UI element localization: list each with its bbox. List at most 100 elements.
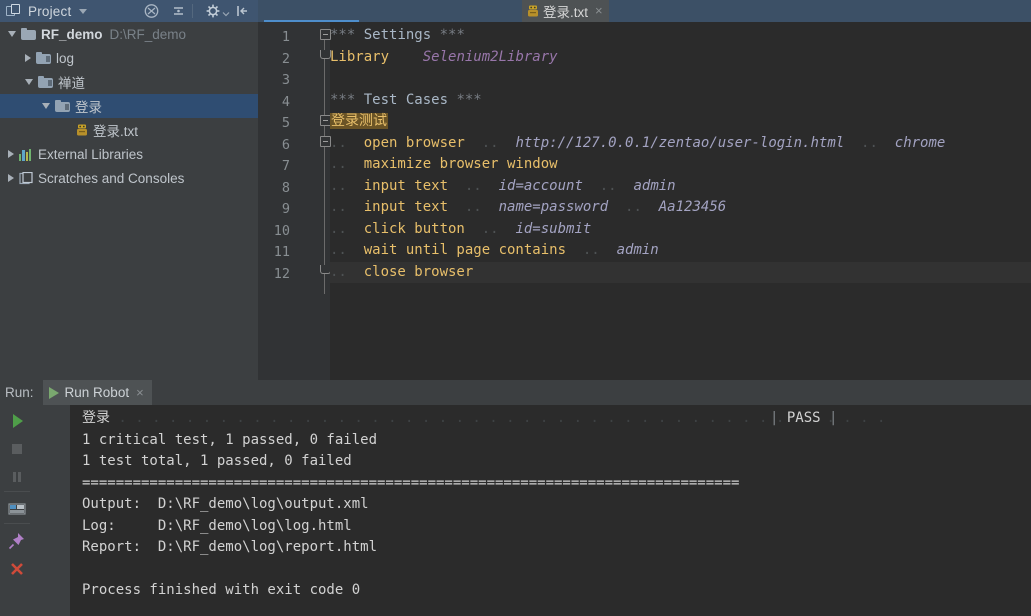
code-token: *** <box>330 27 356 43</box>
editor-text-area[interactable]: *** Settings *** Library Selenium2Library… <box>330 22 1031 380</box>
play-icon <box>48 386 59 399</box>
pass-label: PASS <box>786 410 821 426</box>
pin-tab-icon[interactable] <box>5 529 29 553</box>
code-token: .. <box>464 220 516 237</box>
editor-tab-strip: 登录.txt × <box>258 0 1031 22</box>
tree-label: log <box>56 50 75 66</box>
close-icon[interactable] <box>5 557 29 581</box>
close-icon[interactable]: × <box>136 386 144 399</box>
code-folding-bar[interactable] <box>320 22 331 380</box>
folder-icon <box>38 76 53 88</box>
code-line[interactable]: 登录测试 <box>330 111 1031 133</box>
line-number: 10 <box>273 222 290 239</box>
pause-icon[interactable] <box>5 465 29 489</box>
project-tree[interactable]: RF_demo D:\RF_demo log 禅道 登录 登录.txt Exte… <box>0 22 258 380</box>
code-token: Settings <box>355 27 440 43</box>
code-line[interactable]: *** Test Cases *** <box>330 90 1031 112</box>
hide-panel-icon[interactable] <box>234 3 251 19</box>
code-token: id=account <box>498 177 583 194</box>
code-token: .. <box>330 220 347 237</box>
chevron-right-icon[interactable] <box>25 54 31 62</box>
console-line: Log: D:\RF_demo\log\log.html <box>82 516 352 538</box>
console-text: Process finished with exit code 0 <box>82 582 361 598</box>
code-line[interactable]: .. maximize browser window <box>330 154 1031 176</box>
code-line[interactable]: Library Selenium2Library <box>330 47 1031 69</box>
code-line[interactable]: .. close browser <box>330 261 1031 283</box>
collapse-all-icon[interactable] <box>143 3 160 19</box>
code-token: .. <box>330 242 347 258</box>
chevron-right-icon[interactable] <box>8 150 14 158</box>
tree-row-denglu-folder[interactable]: 登录 <box>0 94 258 118</box>
tree-label: 登录 <box>75 100 102 115</box>
code-token: .. <box>566 242 617 258</box>
code-token: .. <box>844 134 895 151</box>
code-line[interactable]: .. input text .. name=password .. Aa1234… <box>330 197 1031 219</box>
tree-label: RF_demo <box>41 26 103 42</box>
line-number: 11 <box>273 244 290 260</box>
tab-登录-txt[interactable]: 登录.txt × <box>522 0 609 22</box>
ide-window: Project 登录.txt × RF_demo D:\RF_demo log … <box>0 0 1031 616</box>
code-token: .. <box>330 177 347 194</box>
run-console-output[interactable]: 登录 . . . . . . . . . . . . . . . . . . .… <box>70 405 1031 616</box>
tree-row-denglu-txt[interactable]: 登录.txt <box>0 118 258 142</box>
chevron-down-icon[interactable] <box>79 8 88 14</box>
chevron-down-icon[interactable] <box>42 103 50 109</box>
console-text: ========================================… <box>82 474 740 491</box>
stop-icon[interactable] <box>5 437 29 461</box>
gear-icon[interactable] <box>205 3 222 19</box>
code-token: .. <box>608 199 659 215</box>
chevron-right-icon[interactable] <box>8 174 14 182</box>
tree-row-external-libraries[interactable]: External Libraries <box>0 142 258 166</box>
code-line[interactable]: *** Settings *** <box>330 25 1031 47</box>
code-line[interactable]: .. open browser .. http://127.0.0.1/zent… <box>330 133 1031 155</box>
tree-label: 登录.txt <box>93 124 139 139</box>
run-tab-run-robot[interactable]: Run Robot × <box>42 380 152 405</box>
code-token: chrome <box>894 134 946 151</box>
code-token: open browser <box>363 134 465 151</box>
line-number: 2 <box>281 50 290 67</box>
line-number: 6 <box>281 136 290 153</box>
console-line: Output: D:\RF_demo\log\output.xml <box>82 494 369 516</box>
tree-row-chandao[interactable]: 禅道 <box>0 70 258 94</box>
code-editor[interactable]: 1 2 3 4 5 6 7 8 9 10 11 12 *** Settings *** Library … <box>258 22 1031 380</box>
line-number: 9 <box>281 201 290 217</box>
code-token: Test Cases <box>355 91 457 108</box>
console-line: ========================================… <box>82 473 739 495</box>
code-token: click button <box>363 220 465 237</box>
expand-collapse-icon[interactable] <box>170 3 187 19</box>
code-token: name=password <box>498 199 609 215</box>
tree-row-rf-demo[interactable]: RF_demo D:\RF_demo <box>0 22 258 46</box>
code-line[interactable]: .. wait until page contains .. admin <box>330 240 1031 262</box>
toolbar-separator <box>4 523 30 524</box>
rerun-icon[interactable] <box>5 409 29 433</box>
console-line: 1 test total, 1 passed, 0 failed <box>82 451 352 473</box>
tree-path: D:\RF_demo <box>109 26 187 42</box>
run-label: Run: <box>5 385 34 400</box>
console-text: 1 test total, 1 passed, 0 failed <box>82 453 352 469</box>
chevron-down-icon[interactable] <box>8 31 16 37</box>
code-token: Aa123456 <box>658 199 727 215</box>
folder-icon <box>21 28 36 40</box>
code-token: *** <box>330 91 356 108</box>
gear-dropdown-icon[interactable] <box>222 6 230 17</box>
close-icon[interactable]: × <box>595 4 603 17</box>
tree-row-scratches-consoles[interactable]: Scratches and Consoles <box>0 166 258 190</box>
code-line[interactable]: .. input text .. id=account .. admin <box>330 176 1031 198</box>
code-line[interactable] <box>330 68 1031 90</box>
toggle-console-icon[interactable] <box>5 497 29 521</box>
chevron-down-icon[interactable] <box>25 79 33 85</box>
robot-file-icon <box>526 4 540 18</box>
tree-row-log[interactable]: log <box>0 46 258 70</box>
code-token: .. <box>448 177 499 194</box>
code-token: id=submit <box>515 220 592 237</box>
test-status-pass: | PASS | <box>770 408 837 430</box>
line-number: 8 <box>281 179 290 196</box>
code-token: wait until page contains <box>363 242 567 258</box>
run-right-toolbar <box>34 405 99 616</box>
code-line[interactable]: .. click button .. id=submit <box>330 219 1031 241</box>
code-token: admin <box>633 177 676 194</box>
project-panel-label: Project <box>28 3 72 19</box>
run-panel-header: Run: Run Robot × <box>0 380 1031 405</box>
